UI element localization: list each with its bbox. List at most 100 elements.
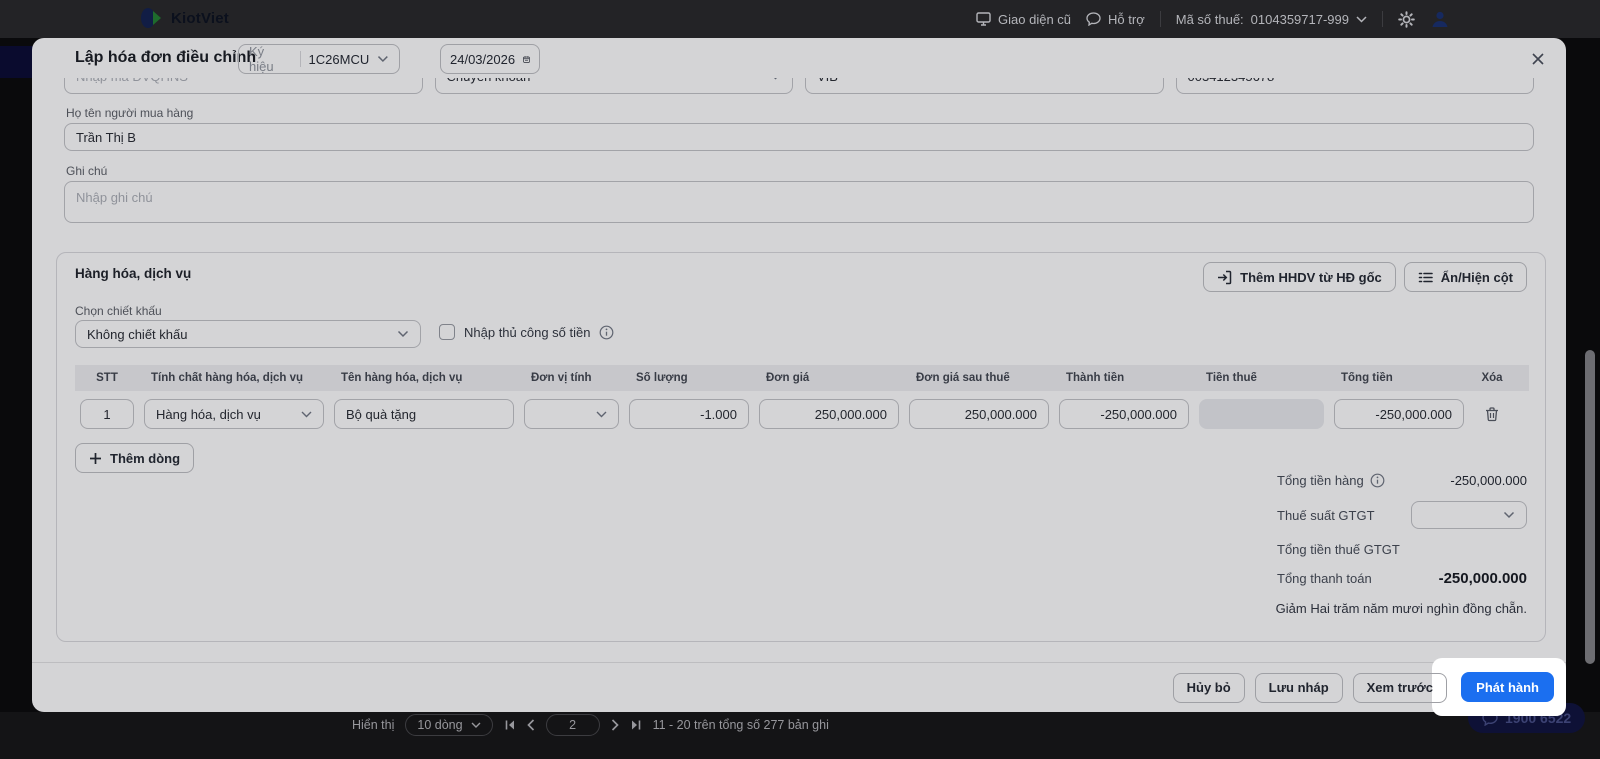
row-quantity-input[interactable]: -1.000 xyxy=(629,399,749,429)
amount-in-words: Giảm Hai trăm năm mươi nghìn đồng chẵn. xyxy=(1275,601,1527,616)
items-panel: Hàng hóa, dịch vụ Thêm HHDV từ HĐ gốc Ẩn… xyxy=(56,252,1546,642)
chevron-down-icon xyxy=(774,78,777,79)
items-table-header: STT Tính chất hàng hóa, dịch vụ Tên hàng… xyxy=(75,365,1529,391)
row-type-select[interactable]: Hàng hóa, dịch vụ xyxy=(144,399,324,429)
discount-label: Chọn chiết khấu xyxy=(75,304,162,318)
col-header-quantity: Số lượng xyxy=(636,372,688,384)
add-from-origin-label: Thêm HHDV từ HĐ gốc xyxy=(1240,269,1382,285)
save-draft-button[interactable]: Lưu nháp xyxy=(1254,672,1343,703)
row-total-value: -250,000.000 xyxy=(1375,406,1452,422)
import-document-icon xyxy=(1218,270,1232,284)
row-price-after-tax-input[interactable]: 250,000.000 xyxy=(909,399,1049,429)
manual-amount-checkbox[interactable] xyxy=(439,324,455,340)
buyer-name-input[interactable] xyxy=(64,123,1534,151)
discount-value: Không chiết khấu xyxy=(87,326,188,342)
manual-amount-label: Nhập thủ công số tiền xyxy=(464,324,591,340)
publish-button[interactable]: Phát hành xyxy=(1461,672,1554,702)
info-circle-icon xyxy=(600,325,614,339)
last-page-button[interactable] xyxy=(630,719,642,731)
page-scrollbar-thumb[interactable] xyxy=(1585,350,1595,664)
current-page-input[interactable] xyxy=(545,714,600,736)
help-button[interactable]: Hỗ trợ xyxy=(1086,12,1145,27)
divider xyxy=(299,51,301,67)
pagination-bar: Hiển thị 10 dòng 11 - 20 trên tổng số 27… xyxy=(352,714,829,736)
payment-method-value: Chuyển khoản xyxy=(447,78,531,84)
modal-body: Chuyển khoản Họ tên người mua hàng Ghi c… xyxy=(32,78,1566,662)
topbar-divider xyxy=(1159,11,1161,27)
cancel-button[interactable]: Hủy bỏ xyxy=(1172,672,1245,703)
chevron-down-icon xyxy=(596,411,607,417)
items-panel-title: Hàng hóa, dịch vụ xyxy=(75,266,192,281)
row-unit-price-input[interactable]: 250,000.000 xyxy=(759,399,899,429)
gear-icon xyxy=(1398,10,1415,28)
chevron-down-icon xyxy=(397,330,409,338)
chevron-down-icon xyxy=(471,722,481,728)
date-value: 24/03/2026 xyxy=(450,51,516,67)
subtotal-value: -250,000.000 xyxy=(1450,473,1527,488)
add-row-label: Thêm dòng xyxy=(110,450,181,466)
note-textarea[interactable] xyxy=(64,181,1534,223)
pagination-range-text: 11 - 20 trên tổng số 277 bản ghi xyxy=(652,718,829,732)
tax-id-dropdown[interactable]: Mã số thuế: 0104359717-999 xyxy=(1176,12,1367,27)
columns-icon xyxy=(1418,272,1433,282)
info-circle-icon xyxy=(1370,473,1385,488)
row-unit-select[interactable] xyxy=(524,399,619,429)
vat-rate-select[interactable] xyxy=(1411,501,1527,529)
preview-button[interactable]: Xem trước xyxy=(1352,672,1447,703)
dvqhns-input[interactable] xyxy=(64,78,423,94)
chevron-down-icon xyxy=(301,411,312,417)
col-header-name: Tên hàng hóa, dịch vụ xyxy=(341,372,463,384)
toggle-columns-button[interactable]: Ẩn/Hiện cột xyxy=(1403,262,1527,292)
prev-page-button[interactable] xyxy=(526,719,535,731)
col-header-price-after-tax: Đơn giá sau thuế xyxy=(916,372,1010,384)
symbol-select[interactable]: Ký hiệu 1C26MCU xyxy=(238,44,400,74)
note-label: Ghi chú xyxy=(66,164,108,178)
row-price-after-tax-value: 250,000.000 xyxy=(964,406,1037,422)
settings-button[interactable] xyxy=(1398,10,1415,28)
bank-account-input[interactable] xyxy=(1175,78,1534,94)
old-ui-button[interactable]: Giao diện cũ xyxy=(976,12,1071,27)
row-tax-field-disabled xyxy=(1199,399,1324,429)
logo-text: KiotViet xyxy=(171,9,229,27)
tax-value: 0104359717-999 xyxy=(1250,11,1349,27)
row-type-value: Hàng hóa, dịch vụ xyxy=(156,406,261,422)
old-ui-label: Giao diện cũ xyxy=(998,11,1072,27)
row-quantity-value: -1.000 xyxy=(700,406,737,422)
user-avatar-icon xyxy=(1432,11,1448,27)
close-button[interactable] xyxy=(1528,49,1548,69)
calendar-icon xyxy=(523,55,530,63)
chevron-down-icon xyxy=(378,56,389,63)
modal-header: Lập hóa đơn điều chỉnh Ký hiệu 1C26MCU 2… xyxy=(32,38,1566,78)
invoice-date-picker[interactable]: 24/03/2026 xyxy=(440,44,540,74)
first-page-button[interactable] xyxy=(504,719,516,731)
page-size-select[interactable]: 10 dòng xyxy=(405,714,493,736)
trash-icon xyxy=(1486,406,1498,421)
row-stt-field[interactable]: 1 xyxy=(80,399,134,429)
add-from-origin-button[interactable]: Thêm HHDV từ HĐ gốc xyxy=(1203,262,1396,292)
symbol-label: Ký hiệu xyxy=(249,44,274,74)
buyer-name-label: Họ tên người mua hàng xyxy=(66,106,194,120)
chat-bubble-icon xyxy=(1086,12,1101,26)
col-header-unit: Đơn vị tính xyxy=(531,372,592,384)
row-name-input[interactable]: Bộ quà tặng xyxy=(334,399,514,429)
app-topbar: KiotViet Giao diện cũ Hỗ trợ Mã số thuế:… xyxy=(0,0,1600,38)
page-size-value: 10 dòng xyxy=(417,718,463,732)
subtotal-label: Tổng tiền hàng xyxy=(1277,473,1364,488)
discount-select[interactable]: Không chiết khấu xyxy=(75,320,421,348)
last-page-icon xyxy=(631,720,640,730)
col-header-amount: Thành tiền xyxy=(1066,372,1125,384)
chevron-down-icon xyxy=(1503,511,1515,519)
next-page-button[interactable] xyxy=(611,719,619,731)
monitor-icon xyxy=(976,12,991,26)
payment-method-select[interactable]: Chuyển khoản xyxy=(434,78,793,94)
grand-total-label: Tổng thanh toán xyxy=(1277,571,1372,586)
vat-rate-label: Thuế suất GTGT xyxy=(1277,507,1375,523)
next-page-icon xyxy=(611,719,619,731)
delete-row-button[interactable] xyxy=(1485,406,1499,422)
bank-name-input[interactable] xyxy=(805,78,1164,94)
close-icon xyxy=(1532,53,1544,65)
add-row-button[interactable]: Thêm dòng xyxy=(75,443,195,473)
row-amount-input[interactable]: -250,000.000 xyxy=(1059,399,1189,429)
row-total-input[interactable]: -250,000.000 xyxy=(1334,399,1464,429)
account-avatar[interactable] xyxy=(1430,9,1450,29)
